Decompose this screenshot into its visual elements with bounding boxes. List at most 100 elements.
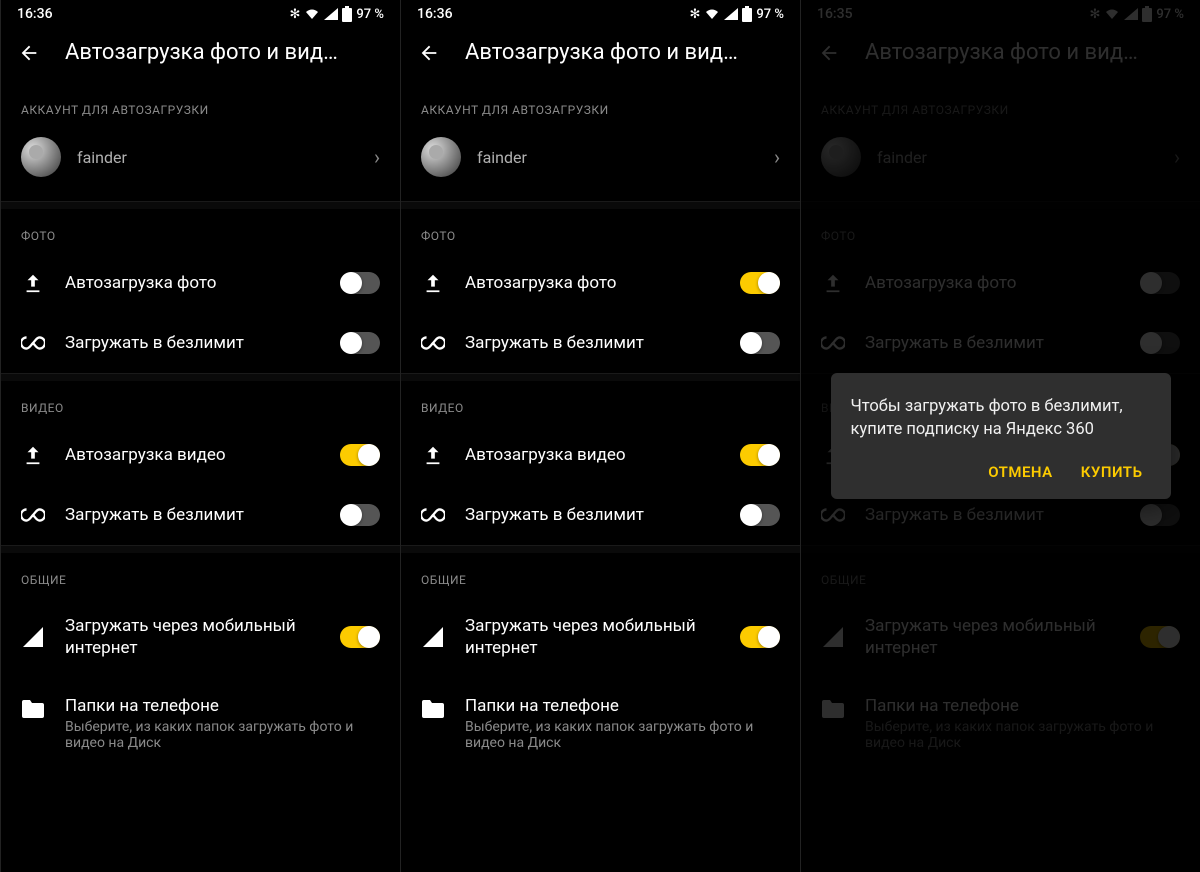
battery-icon: [342, 6, 352, 22]
screen-3: 16:35 ✻ 97 % Автозагрузка фото и вид… АК…: [800, 0, 1200, 872]
photo-unlimited-label: Загружать в безлимит: [465, 332, 720, 354]
mobile-internet-label: Загружать через мобильный интернет: [465, 615, 720, 659]
divider: [401, 201, 800, 209]
photo-upload-toggle[interactable]: [340, 272, 380, 294]
video-unlimited-label: Загружать в безлимит: [465, 504, 720, 526]
video-section-label: ВИДЕО: [1, 381, 400, 425]
folders-row[interactable]: Папки на телефоне Выберите, из каких пап…: [1, 677, 400, 769]
divider: [1, 545, 400, 553]
signal-icon: [421, 625, 445, 649]
battery-percent: 97 %: [756, 7, 784, 22]
signal-icon: [324, 8, 338, 20]
battery-icon: [742, 6, 752, 22]
photo-unlimited-label: Загружать в безлимит: [65, 332, 320, 354]
bluetooth-icon: ✻: [690, 7, 701, 22]
upload-icon: [421, 443, 445, 467]
status-time: 16:36: [17, 6, 53, 22]
signal-icon: [724, 8, 738, 20]
infinity-icon: [421, 503, 445, 527]
back-button[interactable]: [17, 41, 41, 65]
account-name: fainder: [477, 148, 758, 167]
mobile-internet-toggle[interactable]: [340, 626, 380, 648]
page-title: Автозагрузка фото и вид…: [65, 40, 338, 65]
video-upload-toggle[interactable]: [740, 444, 780, 466]
photo-upload-toggle[interactable]: [740, 272, 780, 294]
video-upload-row[interactable]: Автозагрузка видео: [1, 425, 400, 485]
mobile-internet-row[interactable]: Загружать через мобильный интернет: [401, 597, 800, 677]
account-name: fainder: [77, 148, 358, 167]
divider: [401, 545, 800, 553]
infinity-icon: [21, 503, 45, 527]
wifi-icon: [704, 8, 720, 20]
dialog-message: Чтобы загружать фото в безлимит, купите …: [851, 395, 1151, 441]
status-icons: ✻ 97 %: [690, 6, 785, 22]
page-title: Автозагрузка фото и вид…: [465, 40, 738, 65]
divider: [401, 373, 800, 381]
photo-upload-row[interactable]: Автозагрузка фото: [401, 253, 800, 313]
infinity-icon: [421, 331, 445, 355]
screen-2: 16:36 ✻ 97 % Автозагрузка фото и вид… АК…: [400, 0, 800, 872]
folders-row[interactable]: Папки на телефоне Выберите, из каких пап…: [401, 677, 800, 769]
header: Автозагрузка фото и вид…: [1, 28, 400, 83]
video-unlimited-label: Загружать в безлимит: [65, 504, 320, 526]
account-row[interactable]: fainder ›: [1, 127, 400, 201]
mobile-internet-label: Загружать через мобильный интернет: [65, 615, 320, 659]
folders-subtitle: Выберите, из каких папок загружать фото …: [465, 719, 780, 751]
video-upload-label: Автозагрузка видео: [65, 444, 320, 466]
photo-upload-row[interactable]: Автозагрузка фото: [1, 253, 400, 313]
folders-subtitle: Выберите, из каких папок загружать фото …: [65, 719, 380, 751]
photo-section-label: ФОТО: [1, 209, 400, 253]
video-unlimited-row[interactable]: Загружать в безлимит: [401, 485, 800, 545]
photo-unlimited-toggle[interactable]: [740, 332, 780, 354]
account-section-label: АККАУНТ ДЛЯ АВТОЗАГРУЗКИ: [401, 83, 800, 127]
status-bar: 16:36 ✻ 97 %: [401, 0, 800, 28]
mobile-internet-row[interactable]: Загружать через мобильный интернет: [1, 597, 400, 677]
infinity-icon: [21, 331, 45, 355]
status-icons: ✻ 97 %: [290, 6, 385, 22]
subscription-dialog: Чтобы загружать фото в безлимит, купите …: [831, 373, 1171, 499]
video-section-label: ВИДЕО: [401, 381, 800, 425]
photo-upload-label: Автозагрузка фото: [65, 272, 320, 294]
video-upload-toggle[interactable]: [340, 444, 380, 466]
upload-icon: [21, 271, 45, 295]
status-time: 16:36: [417, 6, 453, 22]
dialog-buy-button[interactable]: КУПИТЬ: [1081, 463, 1143, 481]
video-unlimited-row[interactable]: Загружать в безлимит: [1, 485, 400, 545]
general-section-label: ОБЩИЕ: [401, 553, 800, 597]
photo-unlimited-row[interactable]: Загружать в безлимит: [1, 313, 400, 373]
photo-section-label: ФОТО: [401, 209, 800, 253]
dialog-overlay[interactable]: Чтобы загружать фото в безлимит, купите …: [801, 0, 1200, 872]
mobile-internet-toggle[interactable]: [740, 626, 780, 648]
wifi-icon: [304, 8, 320, 20]
avatar: [421, 137, 461, 177]
upload-icon: [21, 443, 45, 467]
folder-icon: [21, 697, 45, 721]
dialog-cancel-button[interactable]: ОТМЕНА: [988, 463, 1053, 481]
folder-icon: [421, 697, 445, 721]
general-section-label: ОБЩИЕ: [1, 553, 400, 597]
video-upload-label: Автозагрузка видео: [465, 444, 720, 466]
divider: [1, 201, 400, 209]
status-bar: 16:36 ✻ 97 %: [1, 0, 400, 28]
video-unlimited-toggle[interactable]: [740, 504, 780, 526]
video-upload-row[interactable]: Автозагрузка видео: [401, 425, 800, 485]
back-button[interactable]: [417, 41, 441, 65]
chevron-right-icon: ›: [374, 145, 380, 169]
avatar: [21, 137, 61, 177]
signal-icon: [21, 625, 45, 649]
folders-title: Папки на телефоне: [65, 695, 380, 717]
account-row[interactable]: fainder ›: [401, 127, 800, 201]
screen-1: 16:36 ✻ 97 % Автозагрузка фото и вид… АК…: [0, 0, 400, 872]
upload-icon: [421, 271, 445, 295]
header: Автозагрузка фото и вид…: [401, 28, 800, 83]
video-unlimited-toggle[interactable]: [340, 504, 380, 526]
bluetooth-icon: ✻: [290, 7, 301, 22]
battery-percent: 97 %: [356, 7, 384, 22]
divider: [1, 373, 400, 381]
folders-title: Папки на телефоне: [465, 695, 780, 717]
chevron-right-icon: ›: [774, 145, 780, 169]
photo-upload-label: Автозагрузка фото: [465, 272, 720, 294]
account-section-label: АККАУНТ ДЛЯ АВТОЗАГРУЗКИ: [1, 83, 400, 127]
photo-unlimited-toggle[interactable]: [340, 332, 380, 354]
photo-unlimited-row[interactable]: Загружать в безлимит: [401, 313, 800, 373]
